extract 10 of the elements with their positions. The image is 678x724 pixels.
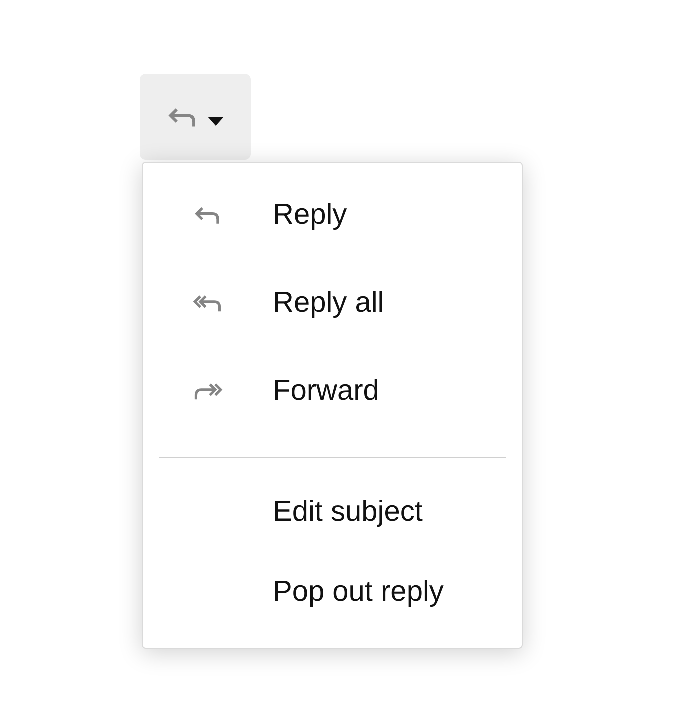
menu-item[interactable]: Forward <box>143 347 522 435</box>
menu-item[interactable]: Reply <box>143 171 522 259</box>
caret-icon <box>208 116 224 126</box>
reply-dropdown-button[interactable] <box>140 74 251 160</box>
menu-item[interactable]: Pop out reply <box>143 552 522 632</box>
reply-all-icon <box>193 293 223 313</box>
forward-icon <box>193 381 223 401</box>
menu-item[interactable]: Edit subject <box>143 472 522 552</box>
menu-item[interactable]: Reply all <box>143 259 522 347</box>
reply-icon <box>168 106 198 128</box>
